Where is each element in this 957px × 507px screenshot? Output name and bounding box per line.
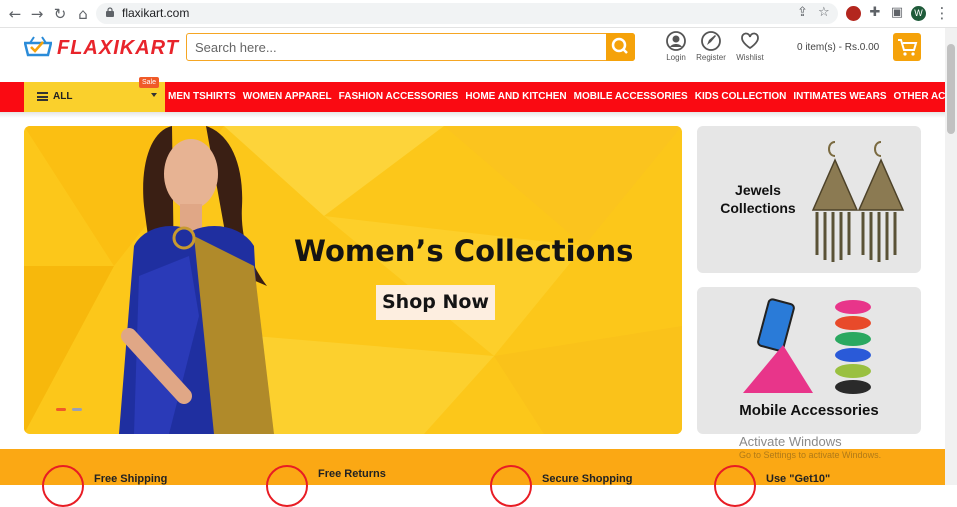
- category-nav: ALL Sale MEN TSHIRTS WOMEN APPAREL FASHI…: [0, 77, 957, 112]
- header-shadow: [0, 112, 945, 118]
- forward-icon[interactable]: →: [28, 5, 46, 23]
- back-icon[interactable]: ←: [6, 5, 24, 23]
- address-bar[interactable]: flaxikart.com ⇪ ☆: [96, 3, 838, 24]
- nav-item-intimates-wears[interactable]: INTIMATES WEARS: [793, 91, 886, 102]
- model-in-saree-image: [119, 126, 274, 434]
- bookmark-star-icon[interactable]: ☆: [818, 5, 830, 20]
- slider-dot[interactable]: [72, 408, 82, 411]
- wishlist-label: Wishlist: [736, 53, 764, 62]
- hero-title: Women’s Collections: [294, 234, 634, 268]
- jewels-banner-title: Jewels Collections: [720, 182, 796, 216]
- search-input[interactable]: Search here...: [195, 40, 277, 55]
- page-scrollbar[interactable]: [945, 28, 957, 485]
- earrings-image: [811, 141, 905, 262]
- search-button[interactable]: [606, 33, 635, 61]
- search-icon: [611, 37, 628, 54]
- nav-item-mobile-accessories[interactable]: MOBILE ACCESSORIES: [574, 91, 688, 102]
- cart-summary[interactable]: 0 item(s) - Rs.0.00: [797, 42, 879, 53]
- mobile-accessories-banner-title: Mobile Accessories: [739, 402, 879, 419]
- site-logo[interactable]: FLAXIKART: [57, 37, 179, 60]
- activate-windows-watermark: Activate Windows: [739, 434, 842, 449]
- home-icon[interactable]: ⌂: [74, 5, 92, 23]
- url-text[interactable]: flaxikart.com: [122, 6, 189, 20]
- profile-avatar[interactable]: W: [911, 6, 926, 21]
- jewels-banner[interactable]: Jewels Collections: [697, 126, 921, 273]
- nav-item-women-apparel[interactable]: WOMEN APPAREL: [243, 91, 332, 102]
- slider-dot-active[interactable]: [56, 408, 66, 411]
- coupon-icon: [714, 465, 756, 507]
- feature-label: Free Shipping: [94, 473, 168, 485]
- share-icon[interactable]: ⇪: [797, 5, 808, 20]
- reload-icon[interactable]: ↻: [51, 5, 69, 23]
- shield-icon: [490, 465, 532, 507]
- scrollbar-thumb[interactable]: [947, 44, 955, 134]
- shop-now-button[interactable]: Shop Now: [376, 285, 495, 320]
- basket-logo-icon: [24, 36, 52, 57]
- hamburger-icon: [37, 92, 48, 101]
- truck-icon: [42, 465, 84, 507]
- user-icon: [666, 31, 686, 51]
- phone-stands-image: [743, 298, 871, 394]
- nav-item-fashion-accessories[interactable]: FASHION ACCESSORIES: [339, 91, 459, 102]
- all-label: ALL: [53, 91, 73, 102]
- browser-toolbar: ← → ↻ ⌂ flaxikart.com ⇪ ☆ ✚ ▣ W ⋮: [0, 0, 957, 28]
- nav-item-men-tshirts[interactable]: MEN TSHIRTS: [168, 91, 236, 102]
- extension-icon[interactable]: [846, 6, 861, 21]
- lock-icon: [106, 7, 114, 17]
- chevron-down-icon: [151, 93, 157, 97]
- feature-label: Free Returns: [318, 468, 386, 480]
- return-icon: [266, 465, 308, 507]
- wishlist-link[interactable]: Wishlist: [725, 31, 775, 62]
- mobile-accessories-banner[interactable]: Mobile Accessories: [697, 287, 921, 434]
- cart-button[interactable]: [893, 33, 921, 61]
- search-box: Search here...: [186, 33, 635, 61]
- category-links: MEN TSHIRTS WOMEN APPAREL FASHION ACCESS…: [168, 91, 957, 102]
- nav-item-kids-collection[interactable]: KIDS COLLECTION: [695, 91, 787, 102]
- feature-label: Use "Get10": [766, 473, 831, 485]
- activate-windows-hint: Go to Settings to activate Windows.: [739, 450, 882, 460]
- extensions-puzzle-icon[interactable]: ✚: [866, 4, 884, 22]
- menu-kebab-icon[interactable]: ⋮: [933, 4, 951, 22]
- sale-badge: Sale: [139, 77, 160, 88]
- side-panel-icon[interactable]: ▣: [888, 4, 906, 22]
- hero-slider[interactable]: Women’s Collections Shop Now: [24, 126, 682, 434]
- feature-label: Secure Shopping: [542, 473, 633, 485]
- pencil-icon: [701, 31, 721, 51]
- heart-icon: [741, 32, 759, 50]
- site-header: FLAXIKART Search here... Login Register …: [0, 28, 945, 82]
- shopping-cart-icon: [898, 39, 918, 56]
- nav-item-home-and-kitchen[interactable]: HOME AND KITCHEN: [465, 91, 566, 102]
